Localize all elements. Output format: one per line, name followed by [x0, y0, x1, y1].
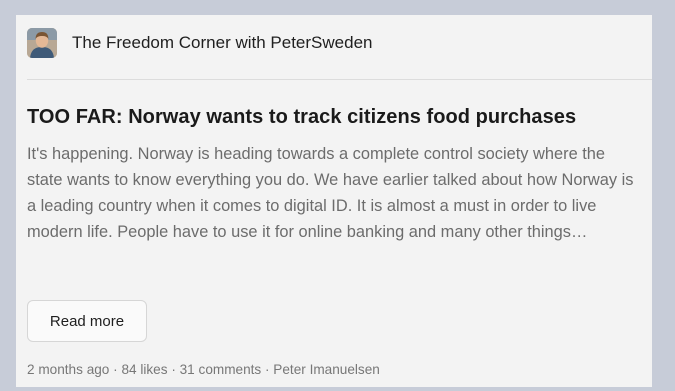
publication-name[interactable]: The Freedom Corner with PeterSweden — [72, 33, 372, 53]
publication-header[interactable]: The Freedom Corner with PeterSweden — [27, 26, 372, 60]
post-meta: 2 months ago · 84 likes · 31 comments · … — [27, 362, 380, 377]
post-card: The Freedom Corner with PeterSweden TOO … — [16, 15, 652, 387]
post-title[interactable]: TOO FAR: Norway wants to track citizens … — [27, 106, 576, 129]
post-excerpt: It's happening. Norway is heading toward… — [27, 145, 634, 241]
divider — [27, 79, 652, 80]
read-more-button[interactable]: Read more — [27, 300, 147, 342]
avatar[interactable] — [27, 28, 57, 58]
